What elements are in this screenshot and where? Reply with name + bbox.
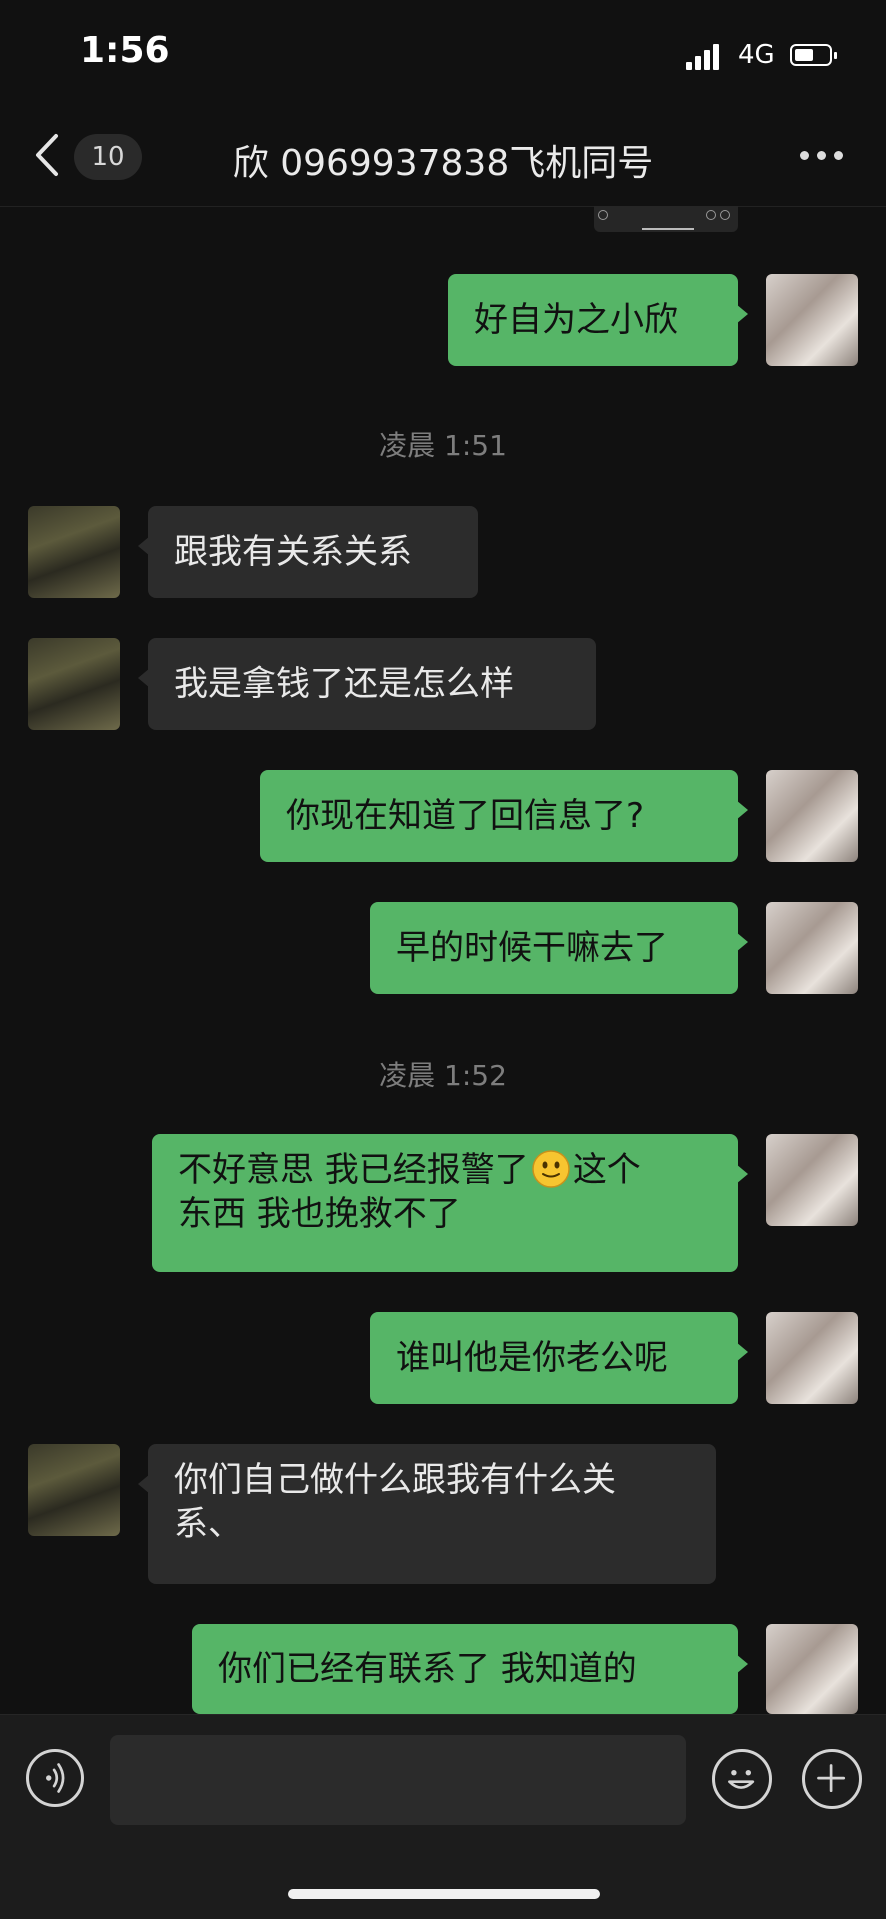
message-text: 跟我有关系关系 xyxy=(174,532,412,572)
status-bar: 1:56 4G xyxy=(0,0,886,110)
message-text: 谁叫他是你老公呢 xyxy=(396,1338,668,1378)
message-text-part: 你们自己做什么跟我有什么关 xyxy=(174,1460,616,1500)
message-text-part: 这个 xyxy=(572,1150,641,1190)
smile-emoji xyxy=(532,1150,570,1188)
my-avatar[interactable] xyxy=(766,274,858,366)
message-bubble-sent[interactable]: 好自为之小欣 xyxy=(448,274,748,366)
contact-avatar[interactable] xyxy=(28,638,120,730)
home-indicator[interactable] xyxy=(288,1889,600,1899)
battery-icon xyxy=(790,44,837,66)
message-bubble-sent[interactable]: 你们已经有联系了 我知道的 xyxy=(192,1624,748,1714)
my-avatar[interactable] xyxy=(766,770,858,862)
status-time: 1:56 xyxy=(80,30,170,71)
more-dots-icon[interactable] xyxy=(800,148,844,164)
previous-message-snippet xyxy=(594,206,738,232)
message-text: 好自为之小欣 xyxy=(474,300,678,340)
message-bubble-received[interactable]: 你们自己做什么跟我有什么关 系、 xyxy=(138,1444,716,1584)
unread-count-badge[interactable]: 10 xyxy=(74,134,142,180)
contact-avatar[interactable] xyxy=(28,1444,120,1536)
voice-icon[interactable] xyxy=(26,1749,84,1807)
my-avatar[interactable] xyxy=(766,1624,858,1714)
message-bubble-sent[interactable]: 你现在知道了回信息了? xyxy=(260,770,748,862)
my-avatar[interactable] xyxy=(766,1134,858,1226)
message-text: 你们自己做什么跟我有什么关 系、 xyxy=(174,1458,616,1546)
timestamp: 凌晨 1:51 xyxy=(379,429,507,462)
message-text: 我是拿钱了还是怎么样 xyxy=(174,664,514,704)
message-bubble-sent[interactable]: 不好意思 我已经报警了 这个 东西 我也挽救不了 xyxy=(152,1134,748,1272)
chat-title: 欣 0969937838飞机同号 xyxy=(232,143,654,184)
network-type: 4G xyxy=(738,40,775,70)
chat-header: 10 欣 0969937838飞机同号 xyxy=(0,110,886,207)
my-avatar[interactable] xyxy=(766,1312,858,1404)
my-avatar[interactable] xyxy=(766,902,858,994)
message-input[interactable] xyxy=(110,1735,686,1825)
plus-icon[interactable] xyxy=(802,1749,862,1809)
message-text: 你们已经有联系了 我知道的 xyxy=(218,1649,637,1689)
message-text: 不好意思 我已经报警了 这个 东西 我也挽救不了 xyxy=(178,1148,641,1236)
timestamp: 凌晨 1:52 xyxy=(379,1059,507,1092)
contact-avatar[interactable] xyxy=(28,506,120,598)
message-text: 你现在知道了回信息了? xyxy=(286,796,645,836)
message-bubble-received[interactable]: 我是拿钱了还是怎么样 xyxy=(138,638,596,730)
message-text: 早的时候干嘛去了 xyxy=(396,928,668,968)
input-bar xyxy=(0,1714,886,1919)
message-bubble-sent[interactable]: 谁叫他是你老公呢 xyxy=(370,1312,748,1404)
message-bubble-sent[interactable]: 早的时候干嘛去了 xyxy=(370,902,748,994)
signal-icon xyxy=(686,42,722,70)
emoji-icon[interactable] xyxy=(712,1749,772,1809)
message-text-part: 不好意思 我已经报警了 xyxy=(178,1150,529,1190)
message-text-part: 东西 我也挽救不了 xyxy=(178,1194,461,1234)
message-bubble-received[interactable]: 跟我有关系关系 xyxy=(138,506,478,598)
back-chevron-icon[interactable] xyxy=(30,130,66,180)
message-text-part: 系、 xyxy=(174,1504,242,1544)
